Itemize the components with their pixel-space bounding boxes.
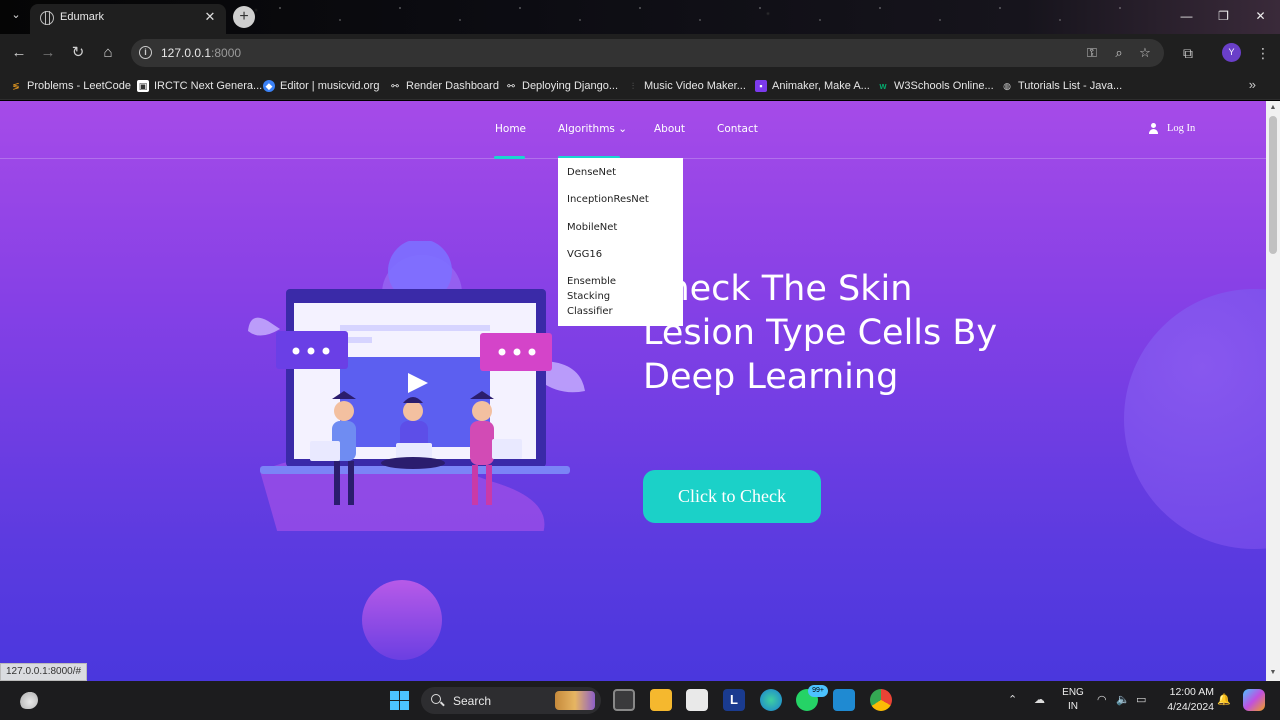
decorative-circle [362,580,442,660]
site-header: Home Algorithms ⌄ About Contact Log In [0,101,1266,159]
login-link[interactable]: Log In [1148,123,1195,134]
bookmark-item[interactable]: ⚯ Deploying Django... [505,77,618,95]
zoom-icon[interactable]: ⌕ [1109,43,1129,63]
bookmarks-bar: ≶ Problems - LeetCode ▣ IRCTC Next Genera.… [0,72,1280,100]
chevron-up-icon[interactable]: ⌃ [1008,693,1017,706]
globe-icon [40,11,54,25]
wifi-icon[interactable]: ◠ [1097,693,1107,706]
whatsapp-icon[interactable]: 99+ [796,685,828,711]
back-button[interactable]: ← [8,42,30,64]
restore-button[interactable]: ❐ [1205,0,1242,34]
click-to-check-button[interactable]: Click to Check [643,470,821,523]
scroll-up-icon[interactable]: ▲ [1269,104,1277,112]
launcher-l-icon[interactable]: L [723,689,745,711]
hero-title: Check The Skin Lesion Type Cells By Deep… [643,269,998,397]
bookmark-item[interactable]: ⫶ Music Video Maker... [627,77,746,95]
chevron-down-icon: ⌄ [618,123,628,135]
nav-about[interactable]: About [654,123,685,135]
weather-icon[interactable] [18,691,38,709]
edge-icon[interactable] [760,689,782,711]
user-icon [1148,123,1159,134]
bookmark-item[interactable]: ⚯ Render Dashboard [389,77,499,95]
volume-icon[interactable]: 🔈 [1116,693,1130,706]
webpage: Home Algorithms ⌄ About Contact Log In D… [0,101,1266,681]
hero-illustration [248,241,585,531]
tab-search-chevron-icon[interactable]: ⌄ [6,8,26,26]
key-icon[interactable]: ⚿ [1082,43,1102,63]
bookmark-item[interactable]: ◆ Editor | musicvid.org [263,77,379,95]
task-view-icon[interactable] [613,689,635,711]
nav-home[interactable]: Home [495,123,526,135]
copilot-icon[interactable] [1243,689,1265,711]
notification-bell-icon[interactable]: 🔔 [1217,693,1231,706]
algorithms-dropdown: DenseNet InceptionResNet MobileNet VGG16… [558,158,683,326]
scroll-down-icon[interactable]: ▼ [1269,669,1277,677]
profile-avatar[interactable]: Y [1222,43,1241,62]
bookmark-item[interactable]: w W3Schools Online... [877,77,993,95]
dropdown-item-ensemble[interactable]: Ensemble Stacking Classifier [567,274,627,319]
nav-algorithms[interactable]: Algorithms ⌄ [558,123,627,135]
nav-active-indicator [494,156,525,159]
forward-button[interactable]: → [37,42,59,64]
window-close-button[interactable]: ✕ [1242,0,1279,34]
minimize-button[interactable]: — [1168,0,1205,34]
nav-contact[interactable]: Contact [717,123,758,135]
close-icon[interactable]: ✕ [202,9,218,25]
search-highlight-image [555,691,595,710]
language-indicator[interactable]: ENG IN [1061,686,1085,714]
tab-strip: ⌄ Edumark ✕ + — ❐ ✕ [0,0,1280,34]
taskbar-search[interactable]: Search [421,687,601,714]
window-controls: — ❐ ✕ [1168,0,1280,34]
bookmark-item[interactable]: ≶ Problems - LeetCode [10,77,131,95]
reload-button[interactable]: ↻ [67,42,89,64]
dropdown-item-vgg16[interactable]: VGG16 [567,247,667,262]
theme-background [260,0,1170,34]
scroll-thumb[interactable] [1269,116,1277,254]
dropdown-item-densenet[interactable]: DenseNet [567,165,667,180]
vscode-icon[interactable] [833,689,855,711]
browser-toolbar: ← → ↻ ⌂ i 127.0.0.1:8000 ⚿ ⌕ ☆ ⧉ Y ⋮ [0,34,1280,72]
home-button[interactable]: ⌂ [97,42,119,64]
decorative-circle [1124,289,1266,549]
site-info-icon[interactable]: i [139,46,152,59]
search-icon [431,694,441,704]
dropdown-item-inceptionresnet[interactable]: InceptionResNet [567,192,667,207]
more-bookmarks-icon[interactable]: » [1249,77,1256,92]
file-explorer-icon[interactable] [650,689,672,711]
url-text: 127.0.0.1:8000 [161,46,242,60]
windows-taskbar: Search L 99+ ⌃ ☁ ENG IN ◠ 🔈 ▭ 12:00 AM 4/2… [0,681,1280,720]
store-icon[interactable] [686,689,708,711]
bookmark-star-icon[interactable]: ☆ [1135,43,1155,63]
battery-icon[interactable]: ▭ [1136,693,1146,706]
menu-icon[interactable]: ⋮ [1252,42,1274,64]
link-status-bar: 127.0.0.1:8000/# [0,663,88,681]
address-bar[interactable]: i 127.0.0.1:8000 ⚿ ⌕ ☆ [131,39,1164,67]
start-button[interactable] [390,691,409,710]
bookmark-item[interactable]: ▪ Animaker, Make A... [755,77,870,95]
dropdown-item-mobilenet[interactable]: MobileNet [567,220,667,235]
extensions-icon[interactable]: ⧉ [1177,42,1199,64]
notification-badge: 99+ [808,685,828,697]
chrome-icon[interactable] [870,689,892,711]
bookmark-item[interactable]: ▣ IRCTC Next Genera... [137,77,262,95]
bookmark-item[interactable]: ◍ Tutorials List - Java... [1001,77,1122,95]
tab-title: Edumark [60,11,105,23]
page-scrollbar[interactable]: ▲ ▼ [1266,101,1280,681]
onedrive-icon[interactable]: ☁ [1034,693,1045,706]
new-tab-button[interactable]: + [233,6,255,28]
clock[interactable]: 12:00 AM 4/24/2024 [1162,685,1214,715]
active-tab[interactable]: Edumark ✕ [30,4,226,34]
